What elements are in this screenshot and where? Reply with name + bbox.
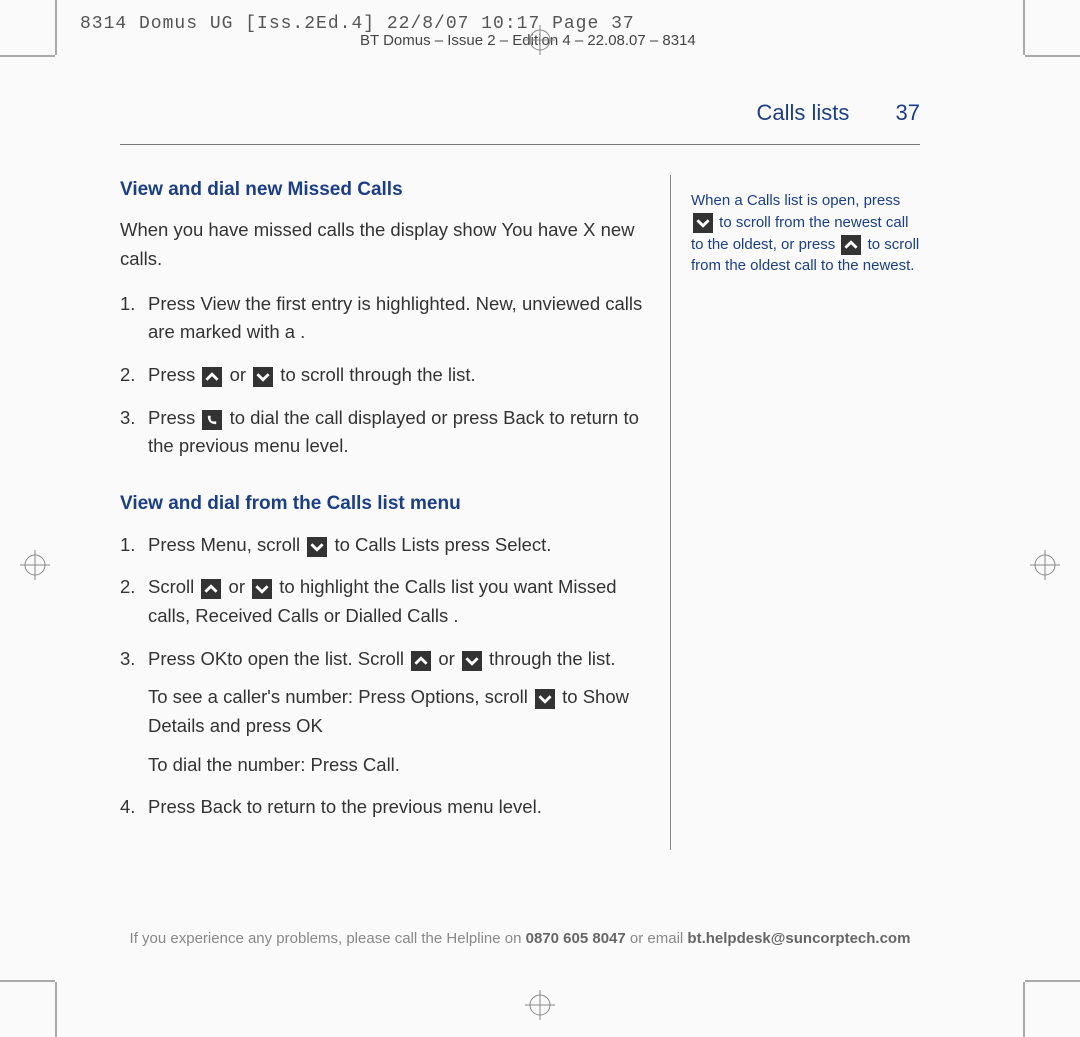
list-item: 3. Press to dial the call displayed or p… — [120, 404, 650, 461]
steps-list-2: 1. Press Menu, scroll to Calls Lists pre… — [120, 531, 650, 822]
list-item: 2. Scroll or to highlight the Calls list… — [120, 573, 650, 630]
chevron-up-icon — [841, 235, 861, 255]
section-title: Calls lists — [756, 100, 849, 125]
crop-mark — [1023, 982, 1025, 1037]
registration-mark-left — [20, 550, 50, 580]
chevron-up-icon — [202, 367, 222, 387]
crop-mark — [0, 980, 55, 982]
side-note: When a Calls list is open, press to scro… — [691, 190, 920, 277]
registration-mark-right — [1030, 550, 1060, 580]
list-item: 2. Press or to scroll through the list. — [120, 361, 650, 390]
list-subitem: To see a caller's number: Press Options,… — [148, 683, 650, 740]
main-column: View and dial new Missed Calls When you … — [120, 175, 671, 850]
chevron-up-icon — [411, 651, 431, 671]
helpline-number: 0870 605 8047 — [526, 930, 626, 947]
registration-mark-top — [525, 25, 555, 55]
crop-mark — [1025, 55, 1080, 57]
heading-missed-calls: View and dial new Missed Calls — [120, 175, 650, 204]
page-header: Calls lists 37 — [120, 100, 920, 126]
chevron-down-icon — [307, 537, 327, 557]
list-item: 1. Press Menu, scroll to Calls Lists pre… — [120, 531, 650, 560]
side-column: When a Calls list is open, press to scro… — [671, 175, 920, 850]
page-number: 37 — [896, 100, 920, 125]
list-subitem: To dial the number: Press Call. — [148, 751, 650, 780]
list-item: 3. Press OKto open the list. Scroll or t… — [120, 645, 650, 780]
chevron-down-icon — [252, 579, 272, 599]
page-content: Calls lists 37 View and dial new Missed … — [120, 100, 920, 850]
steps-list-1: 1. Press View the first entry is highlig… — [120, 290, 650, 461]
list-item: 4. Press Back to return to the previous … — [120, 793, 650, 822]
heading-calls-list-menu: View and dial from the Calls list menu — [120, 489, 650, 518]
list-item: 1. Press View the first entry is highlig… — [120, 290, 650, 347]
crop-mark — [55, 0, 57, 55]
helpline-email: bt.helpdesk@suncorptech.com — [687, 930, 910, 947]
crop-mark — [0, 55, 55, 57]
crop-mark — [55, 982, 57, 1037]
chevron-down-icon — [535, 689, 555, 709]
crop-mark — [1023, 0, 1025, 55]
footer: If you experience any problems, please c… — [120, 930, 920, 947]
chevron-down-icon — [462, 651, 482, 671]
crop-mark — [1025, 980, 1080, 982]
phone-icon — [202, 410, 222, 430]
chevron-down-icon — [253, 367, 273, 387]
chevron-up-icon — [201, 579, 221, 599]
horizontal-rule — [120, 144, 920, 145]
chevron-down-icon — [693, 213, 713, 233]
registration-mark-bottom — [525, 990, 555, 1020]
intro-paragraph: When you have missed calls the display s… — [120, 216, 650, 273]
